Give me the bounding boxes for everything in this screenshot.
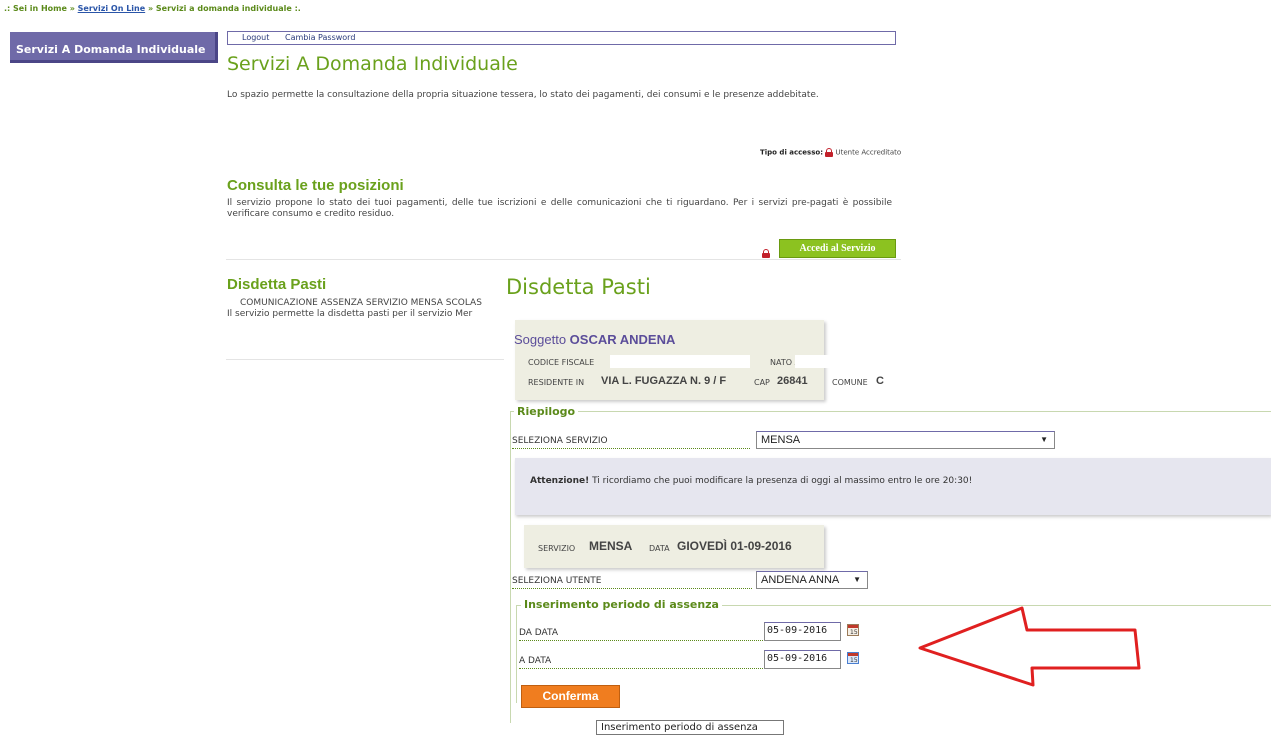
start-date-value: 05-09-2016 [767, 625, 828, 636]
calendar-icon[interactable]: 15 [847, 652, 859, 664]
warning-box [515, 458, 1271, 515]
sidebar-item-label: Servizi A Domanda Individuale [16, 43, 206, 56]
warning-text: Attenzione! Ti ricordiamo che puoi modif… [530, 476, 972, 486]
user-select[interactable]: ANDENA ANNA ▼ [756, 571, 868, 589]
tooltip-text: Inserimento periodo di assenza [601, 722, 758, 733]
user-select-value: ANDENA ANNA [761, 574, 840, 586]
panel-title: Disdetta Pasti [506, 275, 651, 299]
absence-period-fieldset [516, 605, 1271, 703]
cap-value: 26841 [777, 375, 808, 387]
riepilogo-legend: Riepilogo [514, 405, 579, 418]
cap-label: CAP [754, 378, 770, 387]
breadcrumb-suffix: » Servizi a domanda individuale :. [145, 4, 301, 13]
intro-text: Lo spazio permette la consultazione dell… [227, 90, 819, 100]
end-date-input[interactable]: 05-09-2016 [764, 650, 841, 669]
servizio-value: MENSA [589, 539, 633, 553]
residente-value: VIA L. FUGAZZA N. 9 / F [601, 375, 727, 387]
section-title-disdetta: Disdetta Pasti [227, 276, 327, 293]
subject-label: Soggetto [514, 332, 567, 347]
subject-name: OSCAR ANDENA [569, 332, 676, 347]
subject-title: Soggetto OSCAR ANDENA [514, 332, 675, 347]
lock-icon [762, 249, 770, 258]
residente-label: RESIDENTE IN [528, 378, 585, 387]
logout-link[interactable]: Logout [242, 33, 269, 42]
access-type-label: Tipo di accesso: [760, 148, 823, 157]
section-title-consulta: Consulta le tue posizioni [227, 177, 404, 194]
access-service-button[interactable]: Accedi al Servizio [779, 239, 896, 258]
left-arrow-annotation [918, 606, 1141, 687]
end-date-value: 05-09-2016 [767, 653, 828, 664]
access-type-value: Utente Accreditato [835, 148, 902, 157]
calendar-icon[interactable]: 15 [847, 624, 859, 636]
tooltip: Inserimento periodo di assenza [596, 720, 784, 735]
codice-fiscale-label: CODICE FISCALE [528, 358, 595, 367]
section-text-disdetta-line1: COMUNICAZIONE ASSENZA SERVIZIO MENSA SCO… [240, 298, 482, 308]
section-text-consulta: Il servizio propone lo stato dei tuoi pa… [227, 198, 892, 219]
codice-fiscale-value [610, 355, 750, 368]
access-type: Tipo di accesso: Utente Accreditato [760, 148, 901, 157]
comune-value: C [876, 375, 884, 387]
divider [226, 359, 504, 360]
section-text-disdetta-line2: Il servizio permette la disdetta pasti p… [227, 309, 473, 319]
service-select-value: MENSA [761, 434, 801, 446]
page-title: Servizi A Domanda Individuale [227, 53, 518, 75]
chevron-down-icon: ▼ [1040, 435, 1048, 444]
servizio-label: SERVIZIO [538, 544, 576, 553]
data-label: DATA [649, 544, 670, 553]
sidebar-item-servizi-domanda-individuale[interactable]: Servizi A Domanda Individuale [10, 32, 218, 63]
breadcrumb-link-servizi-online[interactable]: Servizi On Line [78, 4, 146, 13]
a-data-label: A DATA [519, 656, 763, 669]
lock-icon [825, 148, 834, 157]
breadcrumb-prefix: .: Sei in Home » [4, 4, 78, 13]
comune-field [875, 374, 1044, 388]
seleziona-utente-label: SELEZIONA UTENTE [512, 576, 752, 589]
absence-period-legend: Inserimento periodo di assenza [521, 598, 722, 611]
top-links-bar: Logout Cambia Password [227, 31, 896, 45]
chevron-down-icon: ▼ [853, 575, 861, 584]
comune-label: COMUNE [832, 378, 868, 387]
warning-bold: Attenzione! [530, 476, 590, 486]
breadcrumb: .: Sei in Home » Servizi On Line » Servi… [4, 4, 301, 13]
warning-message: Ti ricordiamo che puoi modificare la pre… [589, 476, 973, 486]
confirm-button[interactable]: Conferma [521, 685, 620, 708]
service-select[interactable]: MENSA ▼ [756, 431, 1055, 449]
seleziona-servizio-label: SELEZIONA SERVIZIO [512, 436, 750, 449]
nato-a-value [795, 355, 983, 368]
start-date-input[interactable]: 05-09-2016 [764, 622, 841, 641]
change-password-link[interactable]: Cambia Password [285, 33, 355, 42]
da-data-label: DA DATA [519, 628, 763, 641]
data-value: GIOVEDÌ 01-09-2016 [677, 539, 792, 553]
divider [226, 259, 901, 260]
